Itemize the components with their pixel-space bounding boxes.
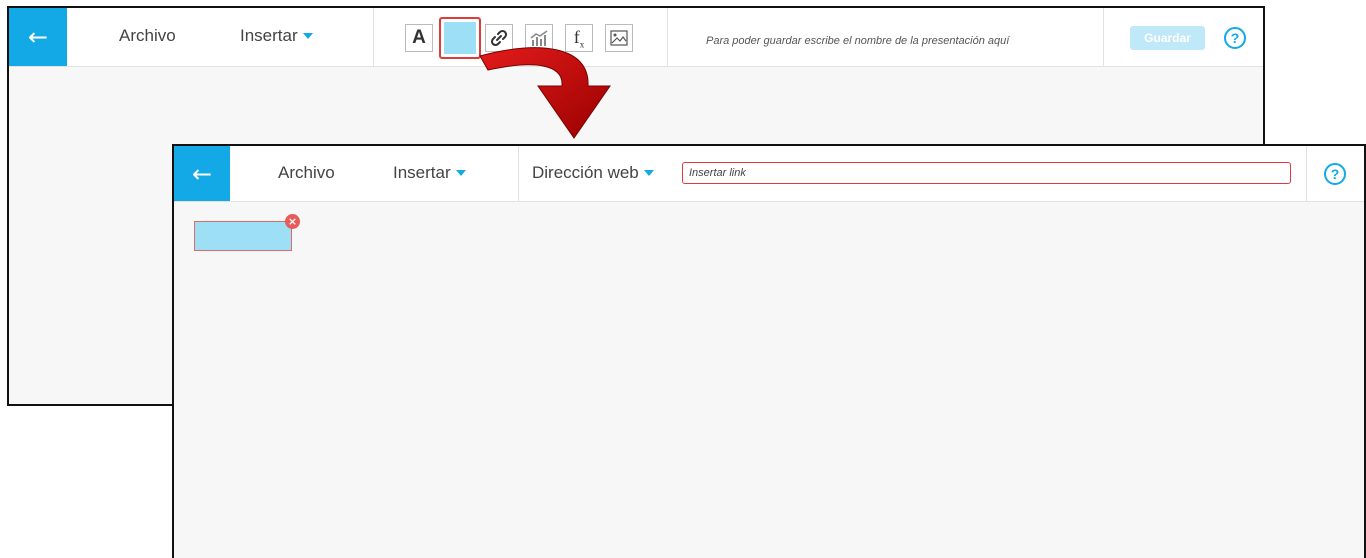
caret-down-icon	[302, 33, 313, 39]
divider	[1103, 8, 1104, 66]
delete-shape-button[interactable]: ×	[285, 214, 300, 229]
back-button[interactable]: ←	[9, 8, 67, 66]
menu-insertar[interactable]: Insertar	[240, 26, 313, 46]
menu-archivo[interactable]: Archivo	[119, 26, 176, 46]
divider	[373, 8, 374, 66]
transition-arrow-icon	[479, 47, 611, 139]
text-icon: A	[412, 27, 426, 48]
question-icon: ?	[1230, 30, 1240, 46]
menu-insertar-label: Insertar	[240, 26, 298, 45]
link-input[interactable]	[682, 162, 1291, 184]
save-hint-text: Para poder guardar escribe el nombre de …	[706, 35, 1010, 47]
caret-down-icon	[643, 170, 654, 176]
menu-archivo[interactable]: Archivo	[278, 163, 335, 183]
back-button[interactable]: ←	[174, 146, 230, 201]
menu-direccion-web-label: Dirección web	[532, 163, 639, 182]
editor-window-front: ← Archivo Insertar Dirección web ? ×	[172, 144, 1366, 558]
arrow-left-icon: ←	[191, 159, 213, 188]
help-button[interactable]: ?	[1224, 27, 1246, 49]
caret-down-icon	[455, 170, 466, 176]
help-button[interactable]: ?	[1324, 163, 1346, 185]
arrow-left-icon: ←	[27, 23, 49, 51]
divider	[1306, 146, 1307, 201]
insert-text-button[interactable]: A	[405, 24, 433, 52]
close-icon: ×	[287, 215, 298, 228]
toolbar: ← Archivo Insertar Dirección web ?	[174, 146, 1364, 202]
selected-shape[interactable]	[194, 221, 292, 251]
menu-archivo-label: Archivo	[278, 163, 335, 182]
menu-insertar-label: Insertar	[393, 163, 451, 182]
save-button[interactable]: Guardar	[1130, 26, 1205, 50]
save-button-label: Guardar	[1144, 31, 1191, 45]
question-icon: ?	[1330, 166, 1340, 182]
menu-direccion-web[interactable]: Dirección web	[532, 163, 654, 183]
menu-archivo-label: Archivo	[119, 26, 176, 45]
divider	[667, 8, 668, 66]
menu-insertar[interactable]: Insertar	[393, 163, 466, 183]
